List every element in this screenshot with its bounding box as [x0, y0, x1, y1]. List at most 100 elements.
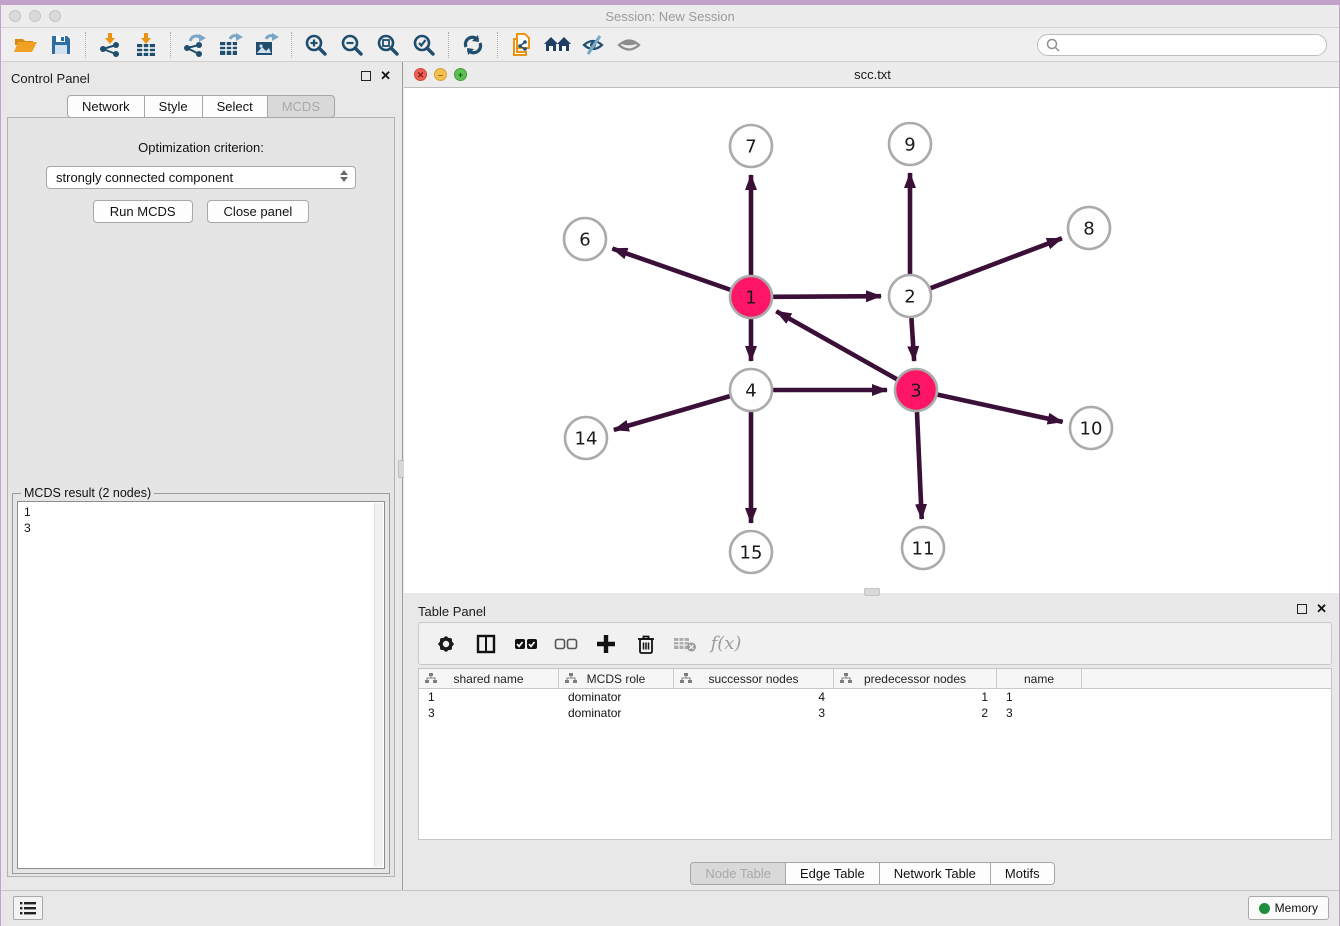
network-canvas[interactable]: 7 9 6 8 1 2 4 3 14 10 15 11	[404, 88, 1339, 592]
tab-network[interactable]: Network	[67, 95, 145, 118]
import-table-button[interactable]	[128, 30, 164, 60]
cell-name[interactable]: 3	[997, 705, 1082, 721]
graph-node-14[interactable]: 14	[565, 417, 607, 459]
mcds-result-text[interactable]: 1 3	[17, 501, 385, 869]
memory-button[interactable]: Memory	[1248, 896, 1329, 920]
graph-node-11[interactable]: 11	[902, 527, 944, 569]
zoom-fit-icon	[376, 33, 400, 57]
tab-select[interactable]: Select	[203, 95, 268, 118]
mcds-panel: Optimization criterion: strongly connect…	[7, 117, 395, 877]
list-icon	[18, 900, 38, 916]
hierarchy-icon	[680, 673, 692, 684]
graph-node-7[interactable]: 7	[730, 125, 772, 167]
cell-MCDS-role[interactable]: dominator	[559, 705, 674, 721]
graph-node-1[interactable]: 1	[730, 276, 772, 318]
zoom-selected-button[interactable]	[406, 30, 442, 60]
column-header-name[interactable]: name	[997, 669, 1082, 688]
clone-network-button[interactable]	[504, 30, 540, 60]
cell-name[interactable]: 1	[997, 689, 1082, 705]
table-tab-edge-table[interactable]: Edge Table	[786, 862, 880, 885]
export-network-button[interactable]	[177, 30, 213, 60]
network-resize-grip[interactable]	[864, 588, 880, 596]
search-icon	[1045, 37, 1061, 53]
cell-successor-nodes[interactable]: 4	[674, 689, 834, 705]
table-tab-network-table[interactable]: Network Table	[880, 862, 991, 885]
control-panel-close-icon[interactable]: ✕	[380, 70, 391, 82]
table-settings-button[interactable]	[428, 627, 464, 661]
table-row[interactable]: 3dominator323	[419, 705, 1331, 721]
svg-text:2: 2	[904, 286, 915, 307]
node-table: shared nameMCDS rolesuccessor nodesprede…	[418, 668, 1332, 840]
zoom-out-button[interactable]	[334, 30, 370, 60]
save-session-button[interactable]	[43, 30, 79, 60]
graph-node-9[interactable]: 9	[889, 123, 931, 165]
zoom-fit-button[interactable]	[370, 30, 406, 60]
graph-node-15[interactable]: 15	[730, 531, 772, 573]
table-panel-close-icon[interactable]: ✕	[1316, 603, 1327, 615]
select-all-button[interactable]	[508, 627, 544, 661]
table-tab-motifs[interactable]: Motifs	[991, 862, 1055, 885]
graph-node-8[interactable]: 8	[1068, 207, 1110, 249]
export-image-button[interactable]	[249, 30, 285, 60]
show-graphics-button[interactable]	[612, 30, 648, 60]
deselect-all-button[interactable]	[548, 627, 584, 661]
graph-node-10[interactable]: 10	[1070, 407, 1112, 449]
graph-node-2[interactable]: 2	[889, 275, 931, 317]
export-table-button[interactable]	[213, 30, 249, 60]
column-header-shared-name[interactable]: shared name	[419, 669, 559, 688]
cell-MCDS-role[interactable]: dominator	[559, 689, 674, 705]
edge-3-1[interactable]	[776, 311, 897, 379]
main-titlebar[interactable]: Session: New Session	[1, 5, 1339, 28]
edge-3-11[interactable]	[917, 412, 922, 519]
node-table-body: 1dominator4113dominator323	[419, 689, 1331, 721]
column-header-predecessor-nodes[interactable]: predecessor nodes	[834, 669, 997, 688]
result-scrollbar[interactable]	[374, 503, 383, 867]
refresh-layout-button[interactable]	[455, 30, 491, 60]
optimization-criterion-select[interactable]: strongly connected component	[46, 166, 356, 189]
edge-2-8[interactable]	[931, 238, 1062, 288]
open-folder-button[interactable]	[7, 30, 43, 60]
columns-icon	[475, 633, 497, 655]
task-history-button[interactable]	[13, 896, 43, 920]
cell-successor-nodes[interactable]: 3	[674, 705, 834, 721]
edge-2-3[interactable]	[911, 318, 914, 361]
table-row[interactable]: 1dominator411	[419, 689, 1331, 705]
delete-table-icon	[673, 635, 699, 653]
session-title: Session: New Session	[1, 9, 1339, 24]
edge-3-10[interactable]	[937, 395, 1062, 422]
graph-node-3[interactable]: 3	[895, 369, 937, 411]
export-network-icon	[182, 33, 208, 57]
export-image-icon	[254, 33, 280, 57]
edge-4-14[interactable]	[614, 396, 730, 430]
delete-row-button[interactable]	[628, 627, 664, 661]
edge-1-2[interactable]	[773, 296, 881, 297]
zoom-in-button[interactable]	[298, 30, 334, 60]
tab-mcds[interactable]: MCDS	[268, 95, 335, 118]
first-neighbors-button[interactable]	[540, 30, 576, 60]
cell-predecessor-nodes[interactable]: 1	[834, 689, 997, 705]
memory-status-icon	[1259, 903, 1270, 914]
clone-network-icon	[509, 32, 535, 58]
graph-node-4[interactable]: 4	[730, 369, 772, 411]
cell-shared-name[interactable]: 1	[419, 689, 559, 705]
import-network-button[interactable]	[92, 30, 128, 60]
run-mcds-button[interactable]: Run MCDS	[93, 200, 193, 223]
refresh-icon	[461, 33, 485, 57]
search-input[interactable]	[1037, 34, 1327, 56]
cell-shared-name[interactable]: 3	[419, 705, 559, 721]
tab-style[interactable]: Style	[145, 95, 203, 118]
column-header-successor-nodes[interactable]: successor nodes	[674, 669, 834, 688]
column-header-MCDS-role[interactable]: MCDS role	[559, 669, 674, 688]
add-row-button[interactable]	[588, 627, 624, 661]
import-network-icon	[98, 33, 122, 57]
table-panel-float-icon[interactable]	[1297, 604, 1307, 614]
network-window-titlebar[interactable]: ✕ – + scc.txt	[404, 62, 1340, 88]
control-panel-float-icon[interactable]	[361, 71, 371, 81]
close-panel-button[interactable]: Close panel	[207, 200, 310, 223]
table-tab-node-table[interactable]: Node Table	[690, 862, 786, 885]
graph-node-6[interactable]: 6	[564, 218, 606, 260]
show-columns-button[interactable]	[468, 627, 504, 661]
edge-1-6[interactable]	[612, 249, 730, 290]
cell-predecessor-nodes[interactable]: 2	[834, 705, 997, 721]
hide-graphics-button[interactable]	[576, 30, 612, 60]
